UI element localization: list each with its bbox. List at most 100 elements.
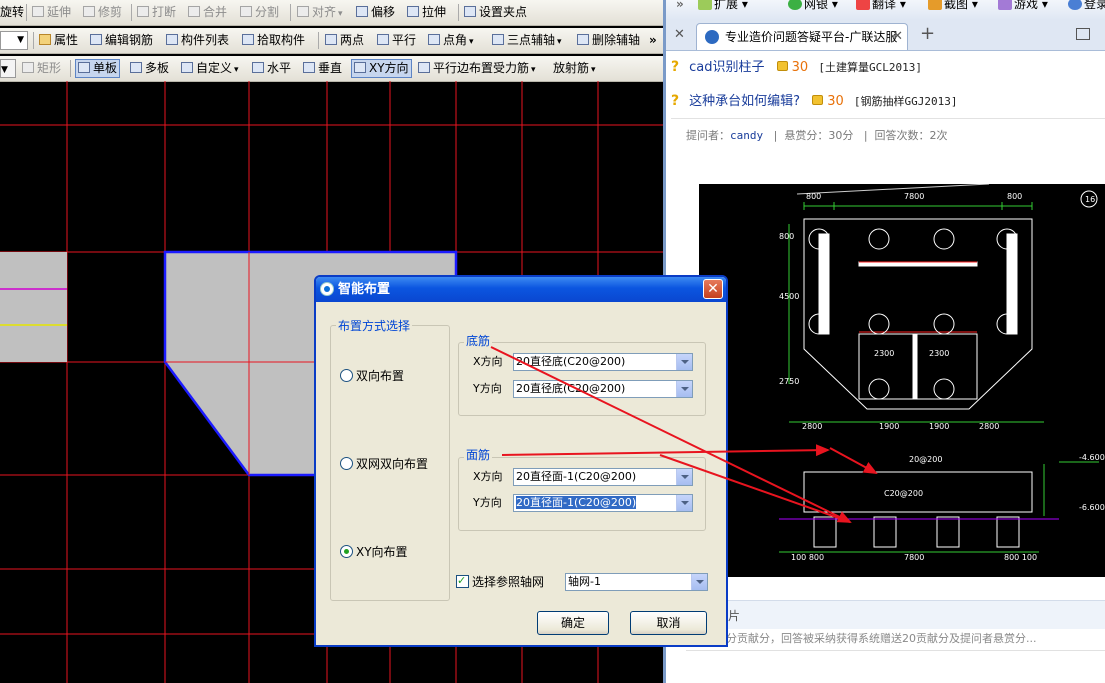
offset-icon: [356, 6, 368, 17]
multi-slab-icon: [130, 62, 142, 73]
xy-direction-icon: [354, 62, 366, 73]
trim-icon: [83, 6, 95, 17]
break-tool[interactable]: 打断: [137, 4, 176, 21]
reference-axis-checkbox[interactable]: 选择参照轴网: [456, 573, 544, 590]
question-category[interactable]: [土建算量GCL2013]: [818, 61, 922, 74]
three-point-label: 三点辅轴: [507, 33, 556, 47]
online-banking-button[interactable]: 网银 ▾: [788, 0, 838, 12]
question-title[interactable]: 这种承台如何编辑?: [689, 94, 800, 109]
vertical-label: 垂直: [318, 61, 343, 75]
games-button[interactable]: 游戏 ▾: [998, 0, 1048, 12]
align-tool[interactable]: 对齐 ▾: [297, 4, 343, 21]
more-tools-button[interactable]: »: [649, 32, 657, 49]
radio-button[interactable]: [340, 369, 353, 382]
double-mesh-radio[interactable]: 双网双向布置: [340, 456, 428, 472]
extensions-label: 扩展: [714, 0, 739, 11]
rotate-tool[interactable]: 旋转: [0, 4, 24, 21]
layer-select[interactable]: ▼: [0, 31, 28, 50]
dropdown-toggle[interactable]: ▼: [0, 59, 16, 78]
extend-tool[interactable]: 延伸: [32, 4, 71, 21]
layout-mode-legend: 布置方式选择: [336, 319, 413, 333]
pick-component-button[interactable]: 拾取构件: [242, 32, 305, 49]
active-tab[interactable]: 专业造价问题答疑平台-广联达服 ✕: [696, 23, 908, 50]
chevron-down-icon: ▾: [338, 9, 343, 19]
related-question-1[interactable]: ? cad识别柱子 30 [土建算量GCL2013]: [671, 56, 922, 78]
close-button[interactable]: ✕: [703, 279, 723, 299]
chevron-down-icon[interactable]: [676, 354, 692, 370]
custom-button[interactable]: 自定义 ▾: [181, 60, 239, 77]
question-points: 30: [791, 60, 809, 75]
rebar-label: 20@200: [909, 455, 942, 464]
question-title[interactable]: cad识别柱子: [689, 60, 764, 75]
pick-icon: [242, 34, 254, 45]
radial-rebar-button[interactable]: 放射筋 ▾: [553, 60, 596, 77]
properties-button[interactable]: 属性: [39, 32, 78, 49]
radio-button[interactable]: [340, 457, 353, 470]
chevron-down-icon[interactable]: [676, 381, 692, 397]
xy-direction-button[interactable]: XY方向: [351, 59, 412, 78]
split-tool[interactable]: 分割: [240, 4, 279, 21]
axis-net-value: 轴网-1: [568, 575, 601, 588]
dialog-title-bar[interactable]: 智能布置 ✕: [316, 277, 726, 302]
related-question-2[interactable]: ? 这种承台如何编辑? 30 [钢筋抽样GGJ2013]: [671, 90, 957, 112]
point-angle-axis-button[interactable]: 点角 ▾: [428, 32, 474, 49]
attached-drawing-image[interactable]: 800 7800 800 800 4500 2750 2300 2300 280…: [699, 184, 1105, 577]
horizontal-button[interactable]: 水平: [252, 60, 291, 77]
top-x-select[interactable]: 20直径面-1(C20@200): [513, 468, 693, 486]
toolbar-separator: [70, 60, 71, 77]
top-y-select[interactable]: 20直径面-1(C20@200): [513, 494, 693, 512]
three-point-axis-button[interactable]: 三点辅轴 ▾: [492, 32, 562, 49]
merge-tool[interactable]: 合并: [188, 4, 227, 21]
ok-button[interactable]: 确定: [537, 611, 609, 635]
left-slab[interactable]: [0, 252, 67, 362]
grip-settings-tool[interactable]: 设置夹点: [464, 4, 527, 21]
parallel-edge-rebar-button[interactable]: 平行边布置受力筋 ▾: [418, 60, 536, 77]
chevron-down-icon[interactable]: [691, 574, 707, 590]
smart-layout-dialog: 智能布置 ✕ 布置方式选择 双向布置 双网双向布置 XY向布置 底筋 X方向 2…: [314, 275, 728, 647]
two-point-axis-button[interactable]: 两点: [325, 32, 364, 49]
trim-tool[interactable]: 修剪: [83, 4, 122, 21]
games-label: 游戏: [1014, 0, 1039, 11]
bottom-x-select[interactable]: 20直径底(C20@200): [513, 353, 693, 371]
asker-name[interactable]: candy: [730, 129, 763, 142]
close-tab-icon[interactable]: ✕: [674, 27, 685, 42]
toolbar-overflow-button[interactable]: »: [676, 0, 684, 12]
vertical-button[interactable]: 垂直: [303, 60, 342, 77]
checkbox[interactable]: [456, 573, 469, 589]
bottom-x-label: X方向: [473, 355, 503, 368]
delete-axis-label: 删除辅轴: [592, 33, 641, 47]
chevron-down-icon: ▾: [591, 65, 596, 75]
parallel-axis-button[interactable]: 平行: [377, 32, 416, 49]
bidirectional-radio[interactable]: 双向布置: [340, 368, 404, 384]
chevron-down-icon[interactable]: [676, 495, 692, 511]
chevron-down-icon: ▾: [469, 37, 474, 47]
chevron-down-icon[interactable]: [676, 469, 692, 485]
elevation-label: -6.600: [1079, 503, 1105, 512]
offset-tool[interactable]: 偏移: [356, 4, 395, 21]
tab-title: 专业造价问题答疑平台-广联达服: [725, 30, 898, 44]
login-button[interactable]: 登录: [1068, 0, 1105, 12]
question-category[interactable]: [钢筋抽样GGJ2013]: [854, 95, 958, 108]
translate-button[interactable]: 翻译 ▾: [856, 0, 906, 12]
stretch-tool[interactable]: 拉伸: [407, 4, 446, 21]
multi-slab-button[interactable]: 多板: [130, 60, 169, 77]
rectangle-button[interactable]: 矩形: [22, 60, 61, 77]
close-icon[interactable]: ✕: [892, 24, 903, 50]
delete-axis-button[interactable]: 删除辅轴: [577, 32, 640, 49]
axis-net-select[interactable]: 轴网-1: [565, 573, 708, 591]
edit-rebar-button[interactable]: 编辑钢筋: [90, 32, 153, 49]
new-tab-icon[interactable]: +: [920, 23, 935, 44]
dialog-title: 智能布置: [338, 282, 391, 297]
xy-direction-radio[interactable]: XY向布置: [340, 544, 408, 560]
extensions-button[interactable]: 扩展 ▾: [698, 0, 748, 12]
toolbar-separator: [290, 4, 291, 21]
radio-button[interactable]: [340, 545, 353, 558]
bottom-y-select[interactable]: 20直径底(C20@200): [513, 380, 693, 398]
bottom-y-label: Y方向: [473, 382, 502, 395]
cancel-button[interactable]: 取消: [630, 611, 707, 635]
tab-list-icon[interactable]: [1076, 28, 1090, 40]
single-slab-button[interactable]: 单板: [75, 59, 121, 78]
component-list-button[interactable]: 构件列表: [166, 32, 229, 49]
app-icon: [320, 282, 334, 296]
screenshot-button[interactable]: 截图 ▾: [928, 0, 978, 12]
